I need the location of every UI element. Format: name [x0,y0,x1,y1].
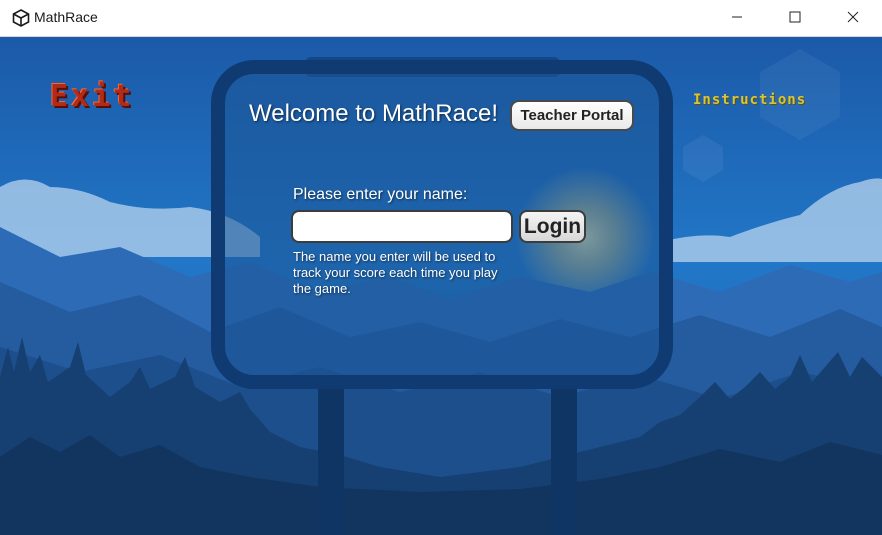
window-title: MathRace [34,9,98,25]
maximize-icon [789,11,801,23]
welcome-heading: Welcome to MathRace! [249,100,498,127]
maximize-button[interactable] [766,0,824,34]
name-prompt-label: Please enter your name: [293,186,468,203]
name-helper-text: The name you enter will be used to track… [293,249,498,296]
close-icon [847,11,859,23]
exit-button[interactable]: Exit [50,79,134,114]
window-titlebar: MathRace [0,0,882,37]
unity-logo-icon [12,9,30,27]
instructions-button[interactable]: Instructions [693,92,806,108]
name-input[interactable] [291,210,513,243]
login-button[interactable]: Login [519,210,586,243]
minimize-icon [732,16,742,18]
close-button[interactable] [824,0,882,34]
minimize-button[interactable] [708,0,766,34]
teacher-portal-button[interactable]: Teacher Portal [510,100,634,131]
game-viewport: Exit Instructions Welcome to MathRace! T… [0,37,882,535]
